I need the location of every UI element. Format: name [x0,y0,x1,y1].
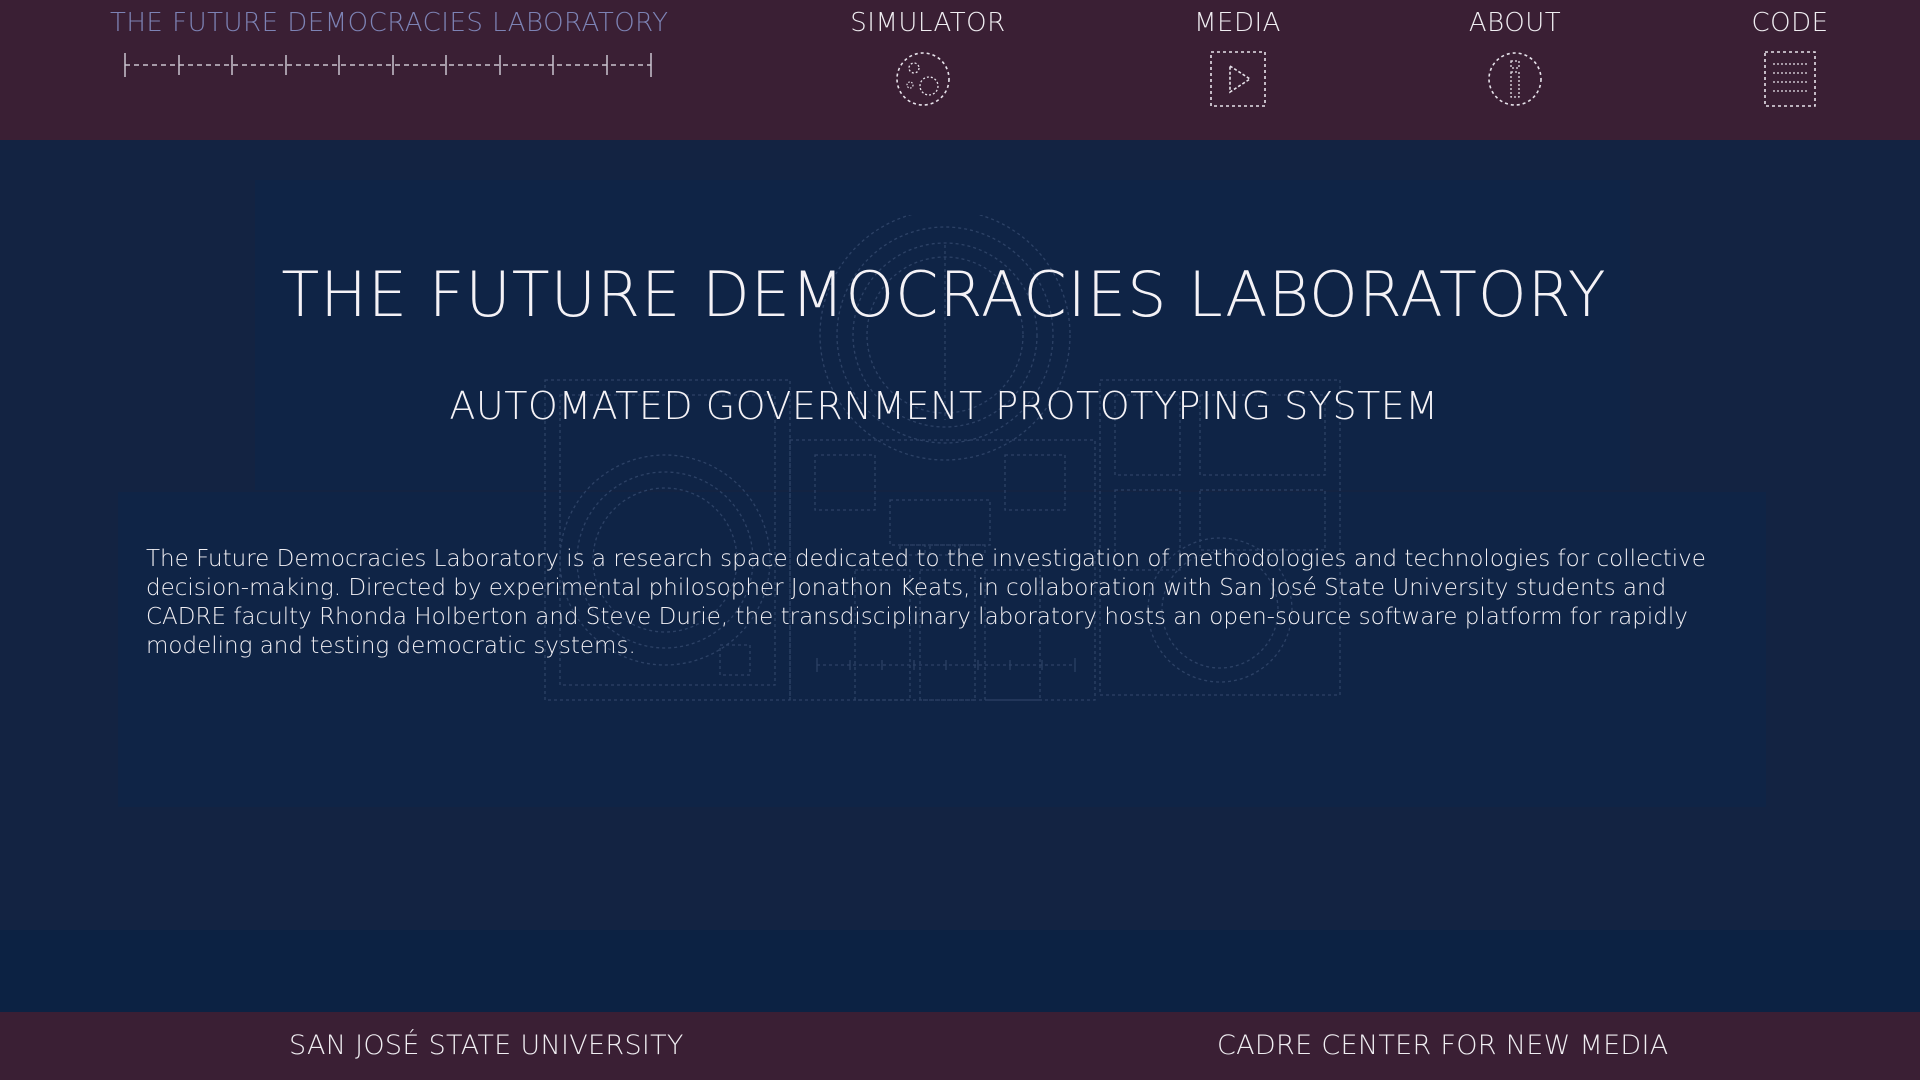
document-lines-icon [1764,51,1816,107]
nav-item-media-label: MEDIA [1194,8,1281,38]
home-link[interactable]: THE FUTURE DEMOCRACIES LABORATORY [110,6,669,80]
nav-item-media[interactable]: MEDIA [1165,6,1310,108]
lab-description: The Future Democracies Laboratory is a r… [146,546,1706,659]
info-icon [1488,52,1542,106]
lower-band [0,930,1920,1012]
dotted-circle-simulator-icon [896,52,950,106]
top-navigation-bar: THE FUTURE DEMOCRACIES LABORATORY SIMULA… [0,0,1920,140]
dashed-ruler-icon [123,53,652,77]
nav-item-simulator-label: SIMULATOR [850,8,1006,38]
page-subtitle: AUTOMATED GOVERNMENT PROTOTYPING SYSTEM [449,384,1439,428]
nav-item-code[interactable]: CODE [1720,6,1860,108]
footer-link-cadre[interactable]: CADRE CENTER FOR NEW MEDIA [1217,1030,1669,1061]
nav-item-simulator[interactable]: SIMULATOR [838,6,1018,108]
footer-link-sjsu[interactable]: SAN JOSÉ STATE UNIVERSITY [289,1030,684,1061]
page-title: THE FUTURE DEMOCRACIES LABORATORY [281,258,1607,331]
footer-bar: SAN JOSÉ STATE UNIVERSITY CADRE CENTER F… [0,1012,1920,1080]
nav-item-code-label: CODE [1751,8,1829,38]
nav-item-about[interactable]: ABOUT [1440,6,1590,108]
home-link-label: THE FUTURE DEMOCRACIES LABORATORY [110,8,669,38]
nav-item-about-label: ABOUT [1468,8,1562,38]
play-icon [1209,51,1266,107]
